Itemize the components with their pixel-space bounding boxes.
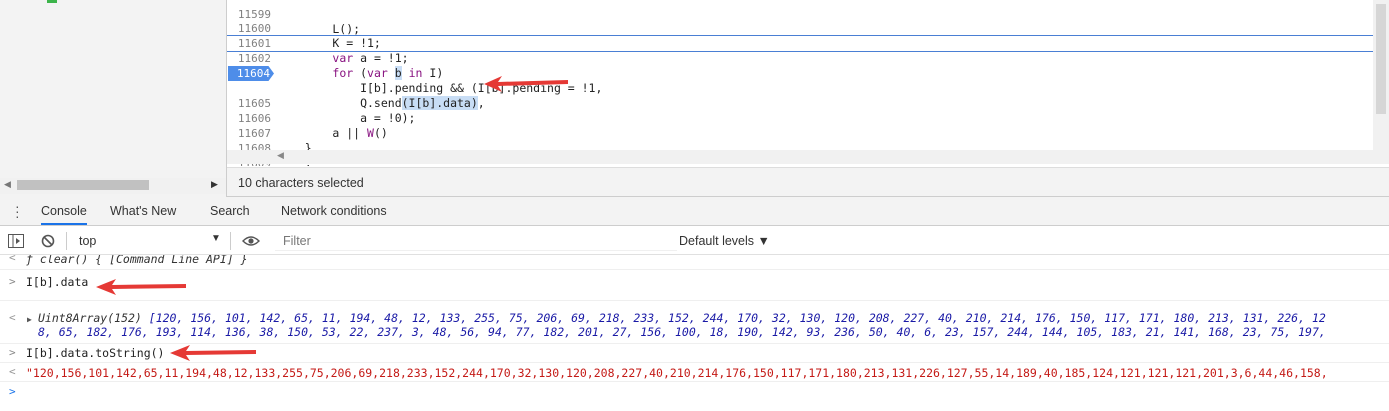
scroll-left-icon[interactable]: ◀	[4, 179, 11, 190]
filter-input[interactable]	[275, 231, 677, 251]
editor-status-bar: 10 characters selected	[227, 167, 1389, 197]
toolbar-divider	[230, 232, 231, 250]
console-result-row[interactable]: < "120,156,101,142,65,11,194,48,12,133,2…	[0, 363, 1389, 382]
console-output[interactable]: < ƒ clear() { [Command Line API] } > I[b…	[0, 255, 1389, 411]
editor-horizontal-scrollbar[interactable]: ◀	[227, 150, 1389, 164]
scrollbar-thumb[interactable]	[1376, 4, 1386, 114]
navigator-horizontal-scrollbar[interactable]: ◀ ▶	[0, 178, 226, 194]
editor-vertical-scrollbar[interactable]	[1373, 0, 1389, 150]
tab-console[interactable]: Console	[41, 204, 87, 225]
file-navigator[interactable]: ◀ ▶	[0, 0, 227, 197]
code-line[interactable]: 11606 a || W()	[227, 96, 1389, 140]
console-toolbar: top ▼ Default levels ▼	[0, 227, 1389, 255]
context-selector[interactable]: top	[79, 234, 96, 248]
sources-panel: ◀ ▶ 11599 L(); 11600 K = !1; 11601 var a…	[0, 0, 1389, 197]
sidebar-toggle-icon[interactable]	[8, 234, 24, 248]
more-options-icon[interactable]: · · ·	[15, 199, 20, 223]
typed-array-preview-continued: 8, 65, 182, 176, 193, 114, 136, 38, 150,…	[38, 325, 1326, 339]
selection-status: 10 characters selected	[238, 176, 364, 190]
console-command-text: I[b].data	[26, 275, 89, 289]
result-arrow-icon: <	[9, 365, 16, 378]
prompt-chevron-icon: >	[9, 275, 16, 288]
scroll-left-icon[interactable]: ◀	[277, 150, 284, 161]
console-message: < ƒ clear() { [Command Line API] }	[0, 255, 1389, 270]
code-editor[interactable]: 11599 L(); 11600 K = !1; 11601 var a = !…	[227, 0, 1389, 166]
result-arrow-icon: <	[9, 255, 16, 264]
tab-whats-new[interactable]: What's New	[110, 204, 176, 218]
drawer-tab-bar: · · · Console What's New Search Network co…	[0, 197, 1389, 226]
code-line[interactable]: 11603 I[b].pending && (I[b].pending = !1…	[227, 51, 1389, 95]
console-result-row[interactable]: < ▶ Uint8Array(152) [120, 156, 101, 142,…	[0, 301, 1389, 344]
tab-network-conditions[interactable]: Network conditions	[281, 204, 387, 218]
annotation-arrow-icon	[484, 76, 568, 92]
console-result: ƒ clear() { [Command Line API] }	[26, 255, 248, 266]
clear-console-icon[interactable]	[41, 234, 55, 248]
eye-icon[interactable]	[242, 235, 260, 247]
string-result: "120,156,101,142,65,11,194,48,12,133,255…	[26, 366, 1328, 380]
code-line[interactable]: 11600 K = !1;	[227, 6, 1389, 50]
chevron-down-icon[interactable]: ▼	[211, 233, 221, 244]
annotation-arrow-icon	[96, 279, 186, 295]
annotation-arrow-icon	[170, 345, 256, 361]
result-arrow-icon: <	[9, 311, 16, 324]
code-line[interactable]: 11607 }	[227, 111, 1389, 155]
scroll-right-icon[interactable]: ▶	[211, 179, 218, 190]
current-code-line[interactable]: 11602 for (var b in I)	[227, 35, 1389, 80]
expand-triangle-icon[interactable]: ▶	[27, 315, 32, 324]
log-levels-dropdown[interactable]: Default levels ▼	[679, 234, 770, 248]
code-line[interactable]: 11601 var a = !1;	[227, 21, 1389, 65]
breakpoint-marker[interactable]: 11604	[228, 66, 274, 81]
tab-search[interactable]: Search	[210, 204, 250, 218]
prompt-chevron-icon: >	[9, 346, 16, 359]
file-status-marker	[47, 0, 57, 3]
console-command-text: I[b].data.toString()	[26, 346, 165, 360]
scrollbar-thumb[interactable]	[17, 180, 149, 190]
console-command: > I[b].data	[0, 270, 1389, 301]
toolbar-divider	[66, 232, 67, 250]
code-line-breakpoint[interactable]: 11604 Q.send(I[b].data),	[227, 66, 1389, 110]
typed-array-preview[interactable]: Uint8Array(152) [120, 156, 101, 142, 65,…	[38, 311, 1326, 325]
code-line[interactable]: 11608 ,	[227, 126, 1389, 166]
console-prompt-row[interactable]: >	[0, 382, 1389, 404]
prompt-chevron-icon[interactable]: >	[9, 385, 16, 398]
code-line[interactable]: 11605 a = !0);	[227, 81, 1389, 125]
